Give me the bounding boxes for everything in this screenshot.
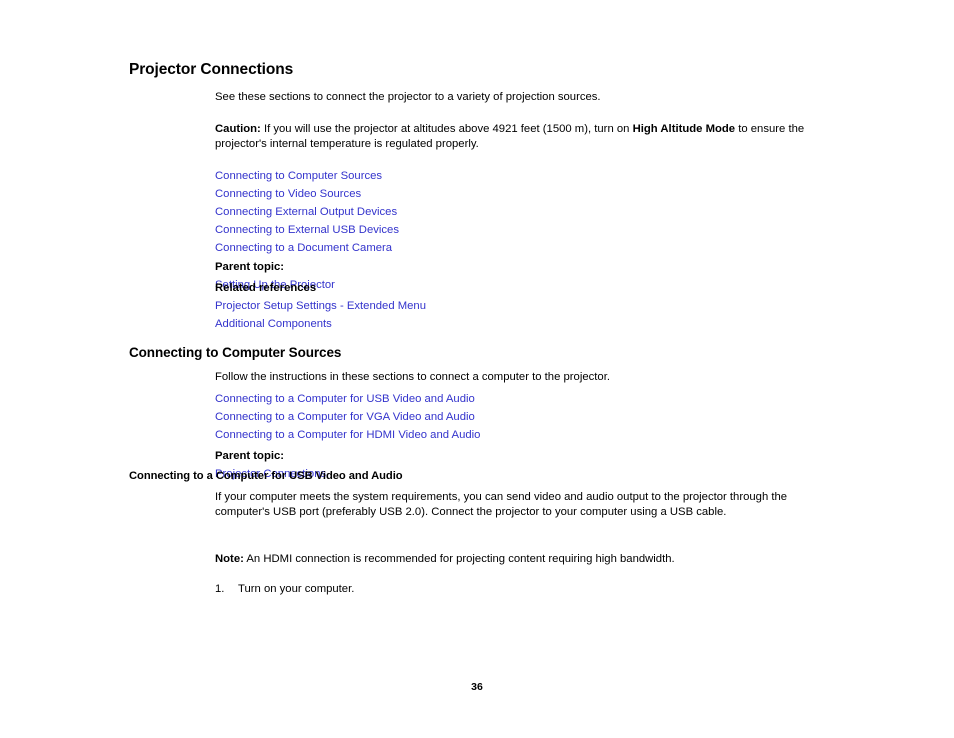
link-computer-hdmi-video-audio[interactable]: Connecting to a Computer for HDMI Video …	[215, 427, 954, 445]
step-text-1: Turn on your computer.	[238, 583, 355, 595]
document-page: Projector Connections See these sections…	[0, 0, 954, 738]
section-intro-block-computer-sources: Follow the instructions in these section…	[215, 370, 954, 385]
topic-links-group: Connecting to Computer Sources Connectin…	[215, 168, 954, 258]
subsection-heading-block-usb: Connecting to a Computer for USB Video a…	[129, 469, 954, 484]
step-list-block: 1. Turn on your computer.	[215, 582, 954, 597]
related-references-block: Related references Projector Setup Setti…	[215, 280, 954, 334]
caution-block: Caution: If you will use the projector a…	[215, 122, 954, 152]
link-connecting-external-usb-devices[interactable]: Connecting to External USB Devices	[215, 222, 954, 240]
note-block: Note: An HDMI connection is recommended …	[215, 552, 954, 567]
related-references-heading: Related references	[215, 282, 317, 294]
page-title: Projector Connections	[129, 61, 294, 78]
section-heading-block-computer-sources: Connecting to Computer Sources	[129, 344, 954, 361]
link-computer-usb-video-audio[interactable]: Connecting to a Computer for USB Video a…	[215, 391, 954, 409]
page-title-block: Projector Connections	[129, 60, 954, 79]
link-additional-components[interactable]: Additional Components	[215, 316, 954, 334]
subsection-paragraph-usb: If your computer meets the system requir…	[215, 491, 788, 519]
subsection-heading-usb: Connecting to a Computer for USB Video a…	[129, 470, 403, 482]
caution-text-before: If you will use the projector at altitud…	[260, 123, 633, 135]
link-connecting-computer-sources[interactable]: Connecting to Computer Sources	[215, 168, 954, 186]
parent-topic-label-2: Parent topic:	[215, 450, 285, 462]
link-projector-setup-settings-extended-menu[interactable]: Projector Setup Settings - Extended Menu	[215, 298, 954, 316]
link-computer-vga-video-audio[interactable]: Connecting to a Computer for VGA Video a…	[215, 409, 954, 427]
link-connecting-video-sources[interactable]: Connecting to Video Sources	[215, 186, 954, 204]
section-intro-computer-sources: Follow the instructions in these section…	[215, 371, 610, 383]
section-heading-computer-sources: Connecting to Computer Sources	[129, 345, 342, 360]
page-number: 36	[471, 681, 483, 693]
caution-label: Caution:	[215, 123, 261, 135]
link-connecting-external-output-devices[interactable]: Connecting External Output Devices	[215, 204, 954, 222]
topic-link-list: Connecting to Computer Sources Connectin…	[215, 168, 954, 258]
subsection-paragraph-block-usb: If your computer meets the system requir…	[215, 490, 954, 520]
step-list: 1. Turn on your computer.	[215, 582, 954, 597]
parent-topic-label-1: Parent topic:	[215, 261, 285, 273]
link-connecting-document-camera[interactable]: Connecting to a Document Camera	[215, 240, 954, 258]
note-paragraph: Note: An HDMI connection is recommended …	[215, 552, 823, 567]
computer-sources-link-list: Connecting to a Computer for USB Video a…	[215, 391, 954, 445]
intro-paragraph-block: See these sections to connect the projec…	[215, 90, 954, 105]
step-item-1: 1. Turn on your computer.	[215, 582, 954, 597]
note-label: Note:	[215, 553, 244, 565]
step-number-1: 1.	[215, 583, 225, 595]
caution-bold-term: High Altitude Mode	[632, 123, 736, 135]
caution-paragraph: Caution: If you will use the projector a…	[215, 122, 823, 152]
intro-paragraph: See these sections to connect the projec…	[215, 91, 601, 103]
note-text: An HDMI connection is recommended for pr…	[243, 553, 675, 565]
